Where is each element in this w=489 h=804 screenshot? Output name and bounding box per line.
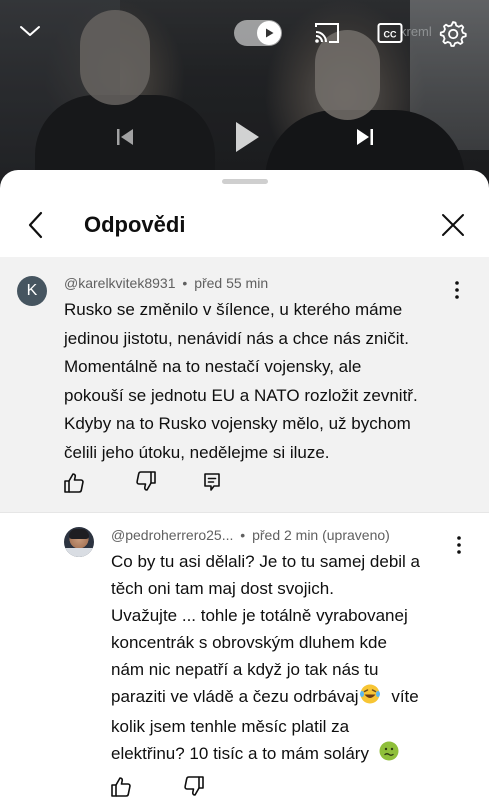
meta-separator: • <box>240 527 246 543</box>
dislike-icon[interactable] <box>134 469 158 493</box>
more-options-icon[interactable] <box>454 535 464 555</box>
reply-line: koncentrák s obrovským dluhem kde <box>111 633 387 652</box>
reply-line: elektřinu? 10 tisíc a to mám soláry <box>111 740 420 770</box>
reply-comment-icon[interactable] <box>200 470 224 494</box>
replies-sheet: Odpovědi K @karelkvitek8931 • před 55 mi… <box>0 170 489 800</box>
close-icon[interactable] <box>436 208 470 242</box>
comment-meta: @karelkvitek8931 • před 55 min <box>64 275 268 291</box>
reply-line: paraziti ve vládě a čezu odrbávaj víte <box>111 683 420 713</box>
reply-line: kolik jsem tenhle měsíc platil za <box>111 717 350 736</box>
reply-line-text: paraziti ve vládě a čezu odrbávaj <box>111 687 359 706</box>
like-icon[interactable] <box>62 471 86 495</box>
comment-line: čelili jeho útoku, nedělejme si iluze. <box>64 442 330 462</box>
reply-time: před 2 min (upraveno) <box>252 527 390 543</box>
cc-label: CC <box>384 30 397 40</box>
avatar-shirt <box>64 548 94 557</box>
comment-author[interactable]: @karelkvitek8931 <box>64 275 176 291</box>
autoplay-knob <box>257 21 281 45</box>
comment-line: pokouší se jednotu EU a NATO rozložit ze… <box>64 385 418 405</box>
previous-track-icon[interactable] <box>112 124 138 150</box>
reply-author[interactable]: @pedroherrero25... <box>111 527 233 543</box>
back-arrow-icon[interactable] <box>22 208 50 242</box>
reply-line-text: elektřinu? 10 tisíc a to mám soláry <box>111 744 369 763</box>
reply-text: Co by tu asi dělali? Je to tu samej debi… <box>111 548 420 770</box>
more-options-icon[interactable] <box>452 280 462 300</box>
avatar-hair <box>69 529 89 539</box>
reply-line: Co by tu asi dělali? Je to tu samej debi… <box>111 552 421 571</box>
reply-line: nám nic nepatří a když jo tak nás tu <box>111 660 379 679</box>
dislike-icon[interactable] <box>182 774 206 798</box>
play-icon[interactable] <box>230 118 264 156</box>
reply-line: Uvažujte ... tohle je totálně vyrabovane… <box>111 606 408 625</box>
laughing-tears-emoji-icon <box>359 683 381 713</box>
parent-comment: K @karelkvitek8931 • před 55 min Rusko s… <box>0 257 489 512</box>
autoplay-toggle-icon[interactable] <box>234 20 282 46</box>
closed-captions-icon[interactable]: CC <box>376 20 404 46</box>
like-icon[interactable] <box>109 775 133 799</box>
comment-line: Rusko se změnilo v šílence, u kterého má… <box>64 300 403 319</box>
sheet-drag-handle[interactable] <box>222 179 268 184</box>
meta-separator: • <box>182 275 188 291</box>
comment-line: Kdyby na to Rusko vojensky mělo, už bych… <box>64 414 411 433</box>
video-player[interactable]: kreml CC <box>0 0 489 195</box>
next-track-icon[interactable] <box>352 124 378 150</box>
sheet-title: Odpovědi <box>84 212 186 237</box>
comment-line: jedinou jistotu, nenávidí nás a chce nás… <box>64 328 409 348</box>
chevron-down-icon[interactable] <box>16 20 44 42</box>
cast-icon[interactable] <box>312 20 342 46</box>
comment-time: před 55 min <box>194 275 269 291</box>
comment-text: Rusko se změnilo v šílence, u kterého má… <box>64 296 418 467</box>
nauseated-face-emoji-icon <box>378 740 400 770</box>
reply-line-text: víte <box>391 687 419 706</box>
reply-line: těch oni tam maj dost svojich. <box>111 579 334 598</box>
reply-meta: @pedroherrero25... • před 2 min (upraven… <box>111 527 390 543</box>
divider <box>0 512 489 513</box>
comment-line: Momentálně na to nestačí vojensky, ale <box>64 357 362 376</box>
avatar[interactable]: K <box>17 276 47 306</box>
avatar[interactable] <box>64 527 94 557</box>
settings-gear-icon[interactable] <box>438 18 468 48</box>
